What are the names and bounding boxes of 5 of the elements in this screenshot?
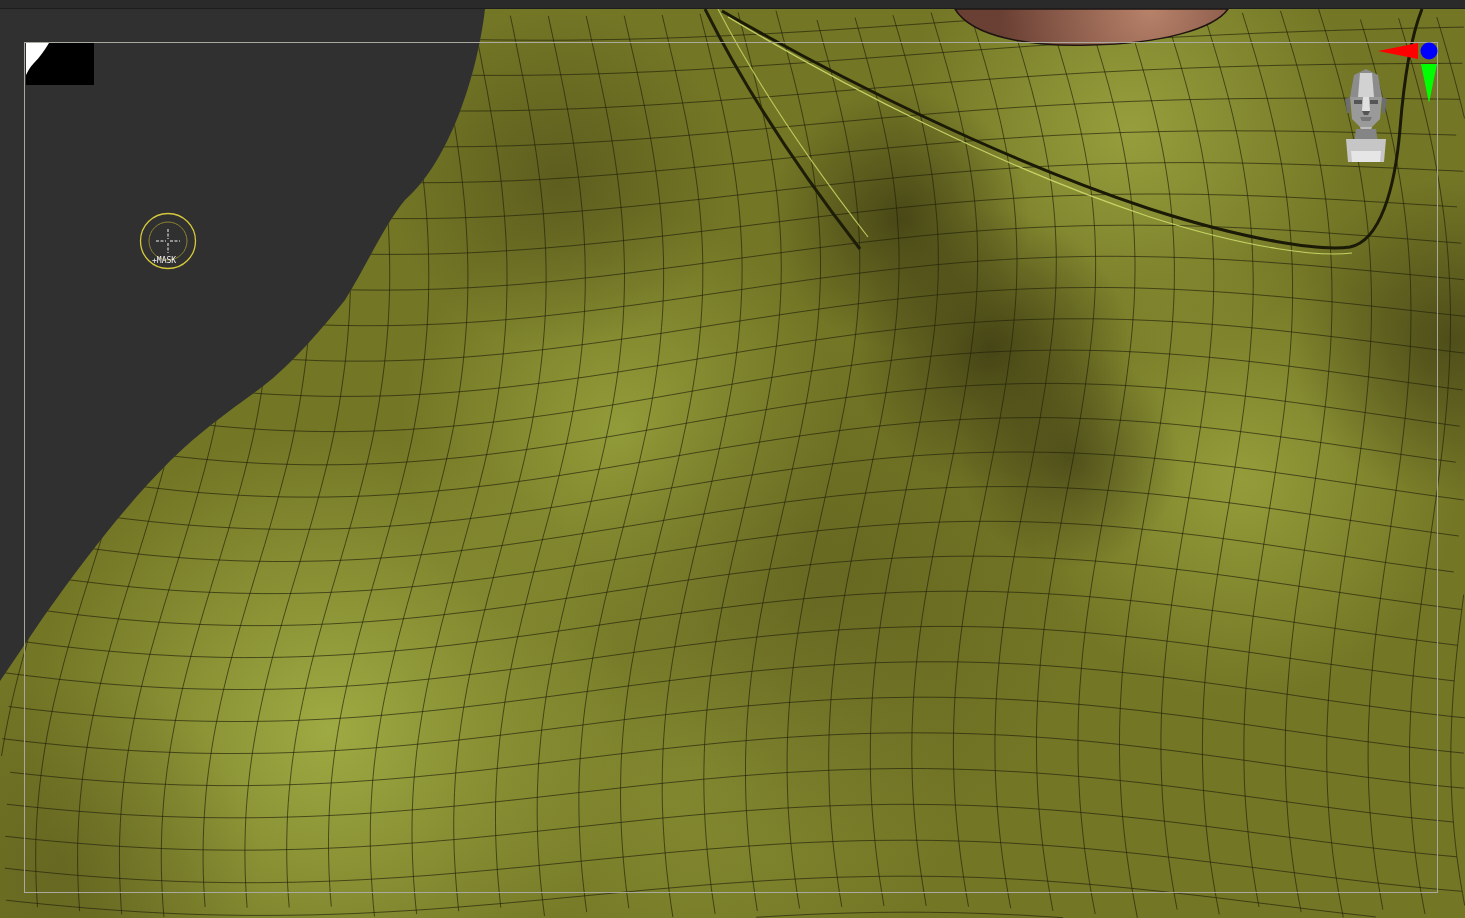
brush-mode-label: +MASK [152,256,177,265]
brush-cursor-icon [139,212,197,270]
axis-gizmo-icon[interactable] [1378,41,1438,103]
head-icon[interactable] [1342,67,1390,162]
preview-thumbnail [26,43,94,85]
